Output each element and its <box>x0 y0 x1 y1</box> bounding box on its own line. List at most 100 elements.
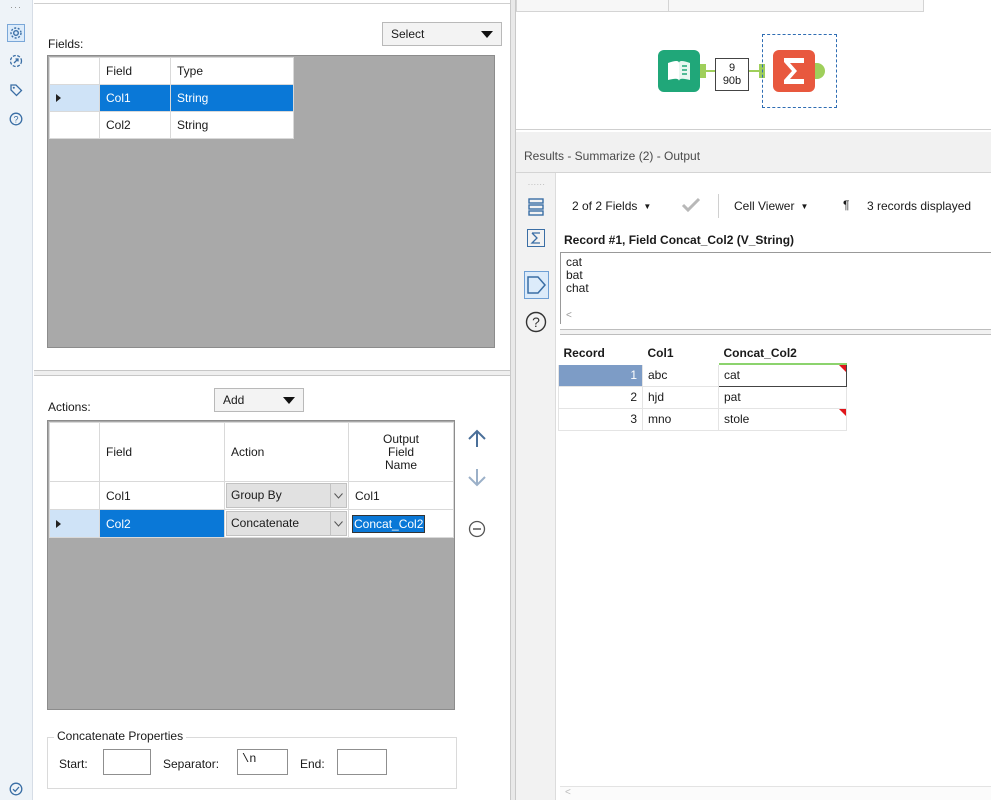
table-horizontal-scrollbar[interactable]: < <box>560 786 991 800</box>
cell-viewer-dropdown[interactable]: Cell Viewer ▼ <box>734 199 808 213</box>
actions-cell-field[interactable]: Col1 <box>99 481 225 510</box>
tag-icon[interactable] <box>7 81 25 99</box>
cell-concat[interactable]: cat <box>718 363 847 387</box>
table-row[interactable]: 3 mno stole <box>558 407 847 431</box>
annotation-icon[interactable] <box>7 52 25 70</box>
actions-cell-field[interactable]: Col2 <box>99 509 225 538</box>
connection-line <box>749 70 759 72</box>
cell-line: bat <box>566 268 583 282</box>
action-select-value: Group By <box>231 488 282 502</box>
table-row[interactable]: Col1 String <box>49 84 294 112</box>
horizontal-scrollbar[interactable]: < <box>560 310 991 324</box>
horizontal-splitter[interactable] <box>34 370 510 376</box>
row-selector[interactable] <box>49 111 100 139</box>
separator-input[interactable]: \n <box>237 749 288 775</box>
header-col1[interactable]: Col1 <box>642 342 719 365</box>
caret-right-icon <box>56 519 61 528</box>
cell-record[interactable]: 1 <box>558 363 643 387</box>
move-up-button[interactable] <box>466 428 488 450</box>
tag-icon[interactable] <box>524 271 549 299</box>
caret-right-icon <box>56 94 61 102</box>
end-label: End: <box>300 757 325 771</box>
fields-header-field: Field <box>99 57 171 85</box>
multiline-marker-icon <box>839 408 846 416</box>
cell-record[interactable]: 2 <box>558 385 643 409</box>
help-icon[interactable]: ? <box>7 110 25 128</box>
workflow-canvas[interactable]: 9 90b <box>516 0 991 130</box>
check-icon[interactable] <box>680 195 704 215</box>
fields-selector[interactable]: 2 of 2 Fields ▼ <box>572 199 651 213</box>
sigma-icon[interactable] <box>527 229 545 247</box>
actions-cell-action[interactable]: Concatenate <box>224 509 349 538</box>
cell-col1[interactable]: hjd <box>642 385 719 409</box>
select-dropdown-button[interactable]: Select <box>382 22 502 46</box>
chevron-left-icon[interactable]: < <box>565 787 571 798</box>
table-row[interactable]: 1 abc cat <box>558 363 847 387</box>
actions-grid[interactable]: Field Action Output Field Name Col1 Grou… <box>47 420 455 710</box>
input-data-tool[interactable] <box>658 50 700 92</box>
gear-icon[interactable] <box>7 24 25 42</box>
chevron-down-icon: ▼ <box>800 201 809 211</box>
fields-cell-type[interactable]: String <box>170 111 294 139</box>
cell-concat[interactable]: stole <box>718 407 847 431</box>
results-window: Results - Summarize (2) - Output ...... … <box>516 132 991 800</box>
pilcrow-icon[interactable]: ¶ <box>843 198 849 212</box>
check-circle-icon[interactable] <box>7 780 25 798</box>
output-header-line: Output <box>382 431 420 446</box>
record-bytes: 90b <box>722 75 742 87</box>
fields-cell-field[interactable]: Col1 <box>99 84 171 112</box>
fields-cell-type[interactable]: String <box>170 84 294 112</box>
fields-header-type: Type <box>170 57 294 85</box>
actions-cell-output[interactable]: Col1 <box>348 481 454 510</box>
tab-divider <box>668 0 669 12</box>
chevron-left-icon[interactable]: < <box>566 310 572 321</box>
move-down-button[interactable] <box>466 466 488 488</box>
row-selector[interactable] <box>49 509 100 538</box>
header-record[interactable]: Record <box>558 342 643 365</box>
actions-header-field: Field <box>99 422 225 482</box>
cell-concat[interactable]: pat <box>718 385 847 409</box>
cell-concat-value: stole <box>724 412 750 426</box>
cell-line: chat <box>566 281 589 295</box>
start-input[interactable] <box>103 749 151 775</box>
fields-label: Fields: <box>48 37 84 51</box>
actions-cell-output[interactable]: Concat_Col2 <box>348 509 454 538</box>
toolbar-divider <box>718 194 719 218</box>
table-row[interactable]: 2 hjd pat <box>558 385 847 409</box>
add-button-label: Add <box>223 393 245 407</box>
svg-text:?: ? <box>532 314 540 330</box>
row-selector[interactable] <box>49 84 100 112</box>
table-row[interactable]: Col1 Group By Col1 <box>49 481 454 510</box>
row-header-corner <box>49 422 100 482</box>
svg-text:?: ? <box>13 115 18 125</box>
actions-header-action: Action <box>224 422 349 482</box>
separator-label: Separator: <box>163 757 220 771</box>
results-splitter[interactable] <box>560 329 991 335</box>
header-concat-col2[interactable]: Concat_Col2 <box>718 342 847 365</box>
connection-line <box>706 70 715 72</box>
cell-col1[interactable]: mno <box>642 407 719 431</box>
table-row[interactable]: Col2 Concatenate Concat_Col2 <box>49 509 454 538</box>
fields-cell-field[interactable]: Col2 <box>99 111 171 139</box>
output-header-line: Field <box>387 444 414 459</box>
add-dropdown-button[interactable]: Add <box>214 388 304 412</box>
cell-col1[interactable]: abc <box>642 363 719 387</box>
chevron-down-icon: ▼ <box>643 201 652 211</box>
results-table: Record Col1 Concat_Col2 1 abc cat 2 hjd … <box>558 342 847 431</box>
chevron-down-icon[interactable] <box>330 512 346 535</box>
output-name-editor[interactable]: Concat_Col2 <box>352 514 426 533</box>
connection-record-count: 9 90b <box>715 58 749 91</box>
actions-cell-action[interactable]: Group By <box>224 481 349 510</box>
end-input[interactable] <box>337 749 387 775</box>
cell-record[interactable]: 3 <box>558 407 643 431</box>
row-selector[interactable] <box>49 481 100 510</box>
chevron-down-icon <box>481 30 493 38</box>
table-row[interactable]: Col2 String <box>49 111 294 139</box>
list-icon[interactable] <box>528 198 544 216</box>
chevron-down-icon[interactable] <box>330 484 346 507</box>
help-icon[interactable]: ? <box>525 311 547 333</box>
summarize-tool[interactable] <box>773 50 815 92</box>
remove-button[interactable] <box>468 520 486 538</box>
fields-grid[interactable]: Field Type Col1 String Col2 String <box>47 55 495 348</box>
top-border <box>34 0 510 4</box>
